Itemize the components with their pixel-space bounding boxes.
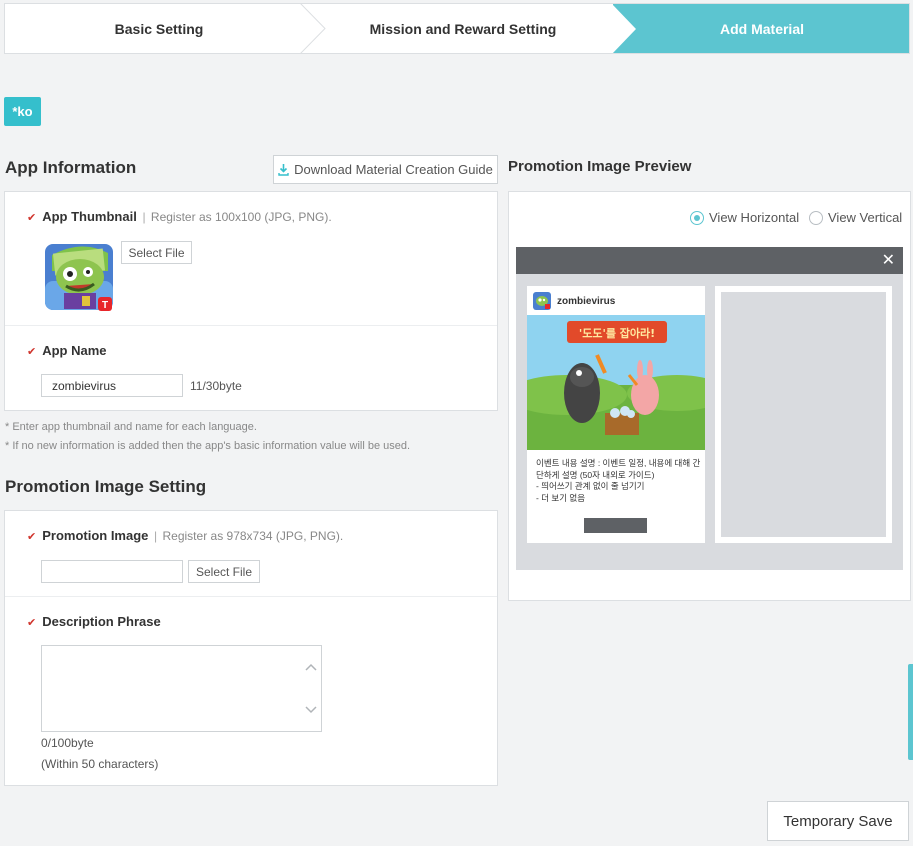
radio-unselected-icon — [809, 210, 823, 225]
progress-stepper: Basic Setting Mission and Reward Setting… — [4, 3, 910, 54]
required-check-icon: ✔ — [27, 346, 37, 358]
preview-description: 이벤트 내용 설명 : 이벤트 일정, 내용에 대해 간단하게 설명 (50자 … — [536, 458, 701, 503]
radio-selected-icon — [690, 210, 704, 225]
app-thumbnail-hint: Register as 100x100 (JPG, PNG). — [150, 210, 332, 224]
preview-title: Promotion Image Preview — [508, 158, 692, 175]
promotion-image-file-input[interactable] — [41, 560, 183, 583]
scroll-up-icon[interactable] — [305, 662, 317, 672]
step-basic-setting[interactable]: Basic Setting — [5, 4, 326, 53]
preview-card: zombievirus '도도'를 잡아라! 이벤트 내용 설명: 이벤트 일… — [527, 286, 705, 543]
view-horizontal-label: View Horizontal — [709, 210, 800, 225]
step-label: Mission and Reward Setting — [369, 20, 557, 37]
required-check-icon: ✔ — [27, 617, 37, 629]
language-tag[interactable]: *ko — [4, 97, 41, 126]
step-add-material[interactable]: Add Material — [612, 4, 909, 53]
download-icon — [278, 163, 289, 176]
app-information-panel: ✔ App Thumbnail | Register as 100x100 (JP… — [4, 191, 498, 411]
description-limit-note: (Within 50 characters) — [41, 757, 159, 771]
view-vertical-label: View Vertical — [828, 210, 903, 225]
promotion-image-label: Promotion Image — [42, 528, 149, 543]
download-guide-button[interactable]: Download Material Creation Guide — [273, 155, 498, 184]
close-icon[interactable]: ✕ — [882, 250, 895, 270]
promotion-setting-panel: ✔ Promotion Image | Register as 978x734 (… — [4, 510, 498, 786]
svg-text:T: T — [102, 300, 108, 311]
preview-placeholder — [721, 292, 886, 537]
step-mission-reward[interactable]: Mission and Reward Setting — [313, 4, 613, 53]
divider — [5, 596, 497, 597]
view-vertical-radio[interactable]: View Vertical — [809, 210, 902, 225]
app-name-label: App Name — [42, 343, 107, 358]
app-info-note: * Enter app thumbnail and name for each … — [5, 421, 257, 433]
preview-second-slot — [715, 286, 892, 543]
preview-app-name: zombievirus — [557, 295, 616, 307]
promotion-banner-image: '도도'를 잡아라! — [527, 315, 705, 450]
preview-panel: View Horizontal View Vertical ✕ zombievi… — [508, 191, 911, 601]
view-horizontal-radio[interactable]: View Horizontal — [690, 210, 799, 225]
description-textarea[interactable] — [41, 645, 322, 732]
promotion-select-file-button[interactable]: Select File — [188, 560, 260, 583]
scroll-down-icon[interactable] — [305, 705, 317, 715]
app-information-title: App Information — [5, 158, 137, 177]
promotion-image-field: ✔ Promotion Image | Register as 978x734 (… — [27, 528, 344, 543]
preview-popup-body: zombievirus '도도'를 잡아라! 이벤트 내용 설명: 이벤트 일… — [516, 274, 903, 570]
preview-popup-header: ✕ — [516, 247, 903, 274]
side-tab-handle[interactable] — [908, 664, 913, 760]
required-check-icon: ✔ — [27, 531, 37, 543]
app-thumbnail-field: ✔ App Thumbnail | Register as 100x100 (JP… — [27, 209, 332, 224]
app-thumbnail-image: T — [45, 244, 113, 311]
description-phrase-label: Description Phrase — [42, 614, 161, 629]
thumbnail-select-file-button[interactable]: Select File — [121, 241, 192, 264]
required-check-icon: ✔ — [27, 212, 37, 224]
app-name-byte-count: 11/30byte — [190, 379, 242, 393]
app-name-field: ✔ App Name — [27, 343, 107, 358]
preview-cta-button — [584, 518, 647, 533]
app-info-note: * If no new information is added then th… — [5, 440, 411, 452]
description-byte-count: 0/100byte — [41, 736, 94, 750]
preview-card-header: zombievirus — [533, 292, 615, 310]
temporary-save-button[interactable]: Temporary Save — [767, 801, 909, 841]
download-guide-label: Download Material Creation Guide — [294, 162, 493, 177]
promotion-setting-title: Promotion Image Setting — [5, 477, 207, 496]
banner-text: '도도'를 잡아라! — [579, 326, 655, 340]
divider — [5, 325, 497, 326]
step-label: Add Material — [719, 20, 804, 37]
step-label: Basic Setting — [114, 20, 204, 37]
promotion-image-hint: Register as 978x734 (JPG, PNG). — [162, 529, 344, 543]
description-phrase-field: ✔ Description Phrase — [27, 614, 161, 629]
app-mini-thumbnail — [533, 292, 551, 310]
app-name-input[interactable]: zombievirus — [41, 374, 183, 397]
app-thumbnail-label: App Thumbnail — [42, 209, 137, 224]
